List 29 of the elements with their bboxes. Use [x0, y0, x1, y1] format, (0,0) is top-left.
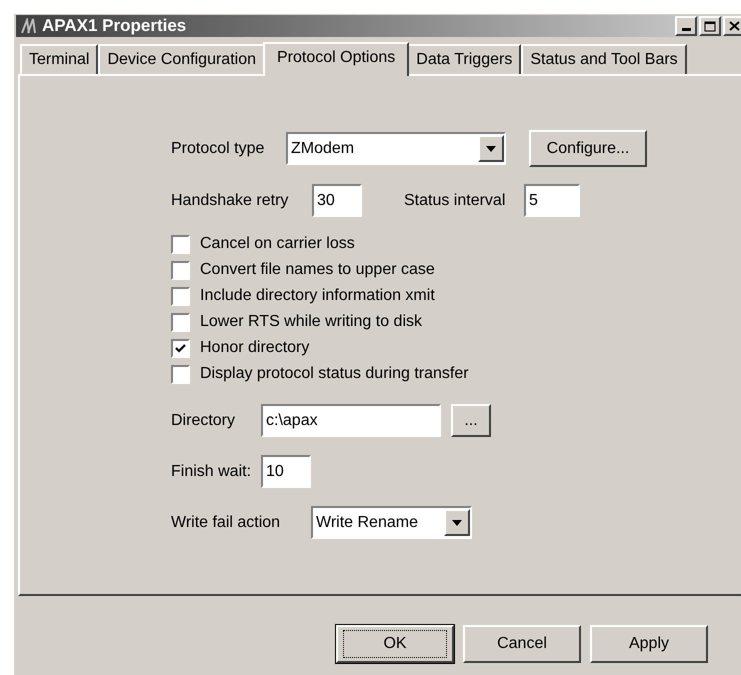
tab[interactable]: Protocol Options	[263, 42, 410, 76]
field-label: Finish wait:	[171, 462, 252, 482]
configure-button[interactable]: Configure...	[529, 130, 647, 167]
field-label: Directory	[171, 410, 236, 430]
finish-wait-field[interactable]: 10	[261, 455, 311, 488]
write-fail-action-dropdown[interactable]: Write Rename	[311, 506, 472, 539]
status-interval-field[interactable]: 5	[524, 184, 580, 217]
dialog-button[interactable]: Apply	[590, 625, 708, 663]
dialog-button[interactable]: OK	[336, 625, 454, 663]
field-label: Honor directory	[200, 338, 310, 358]
window-title: APAX1 Properties	[42, 15, 186, 38]
field-label: Include directory information xmit	[200, 286, 435, 306]
field-label: Status interval	[404, 190, 506, 210]
browse-button[interactable]: ...	[451, 404, 491, 437]
field-label: Convert file names to upper case	[200, 260, 435, 280]
field-label: Handshake retry	[171, 190, 290, 210]
field-label: Display protocol status during transfer	[200, 364, 469, 384]
tab[interactable]: Data Triggers	[407, 44, 522, 74]
handshake-retry-field[interactable]: 30	[312, 184, 362, 217]
field-label: Protocol type	[171, 138, 266, 158]
tab[interactable]: Terminal	[20, 44, 98, 74]
protocol-type-dropdown[interactable]: ZModem	[286, 132, 506, 165]
field-label: Cancel on carrier loss	[200, 234, 355, 254]
tab[interactable]: Status and Tool Bars	[521, 44, 687, 74]
directory-field[interactable]: c:\apax	[261, 404, 441, 437]
field-label: Write fail action	[171, 512, 282, 532]
dialog-button[interactable]: Cancel	[463, 625, 581, 663]
tab[interactable]: Device Configuration	[98, 44, 265, 74]
field-label: Lower RTS while writing to disk	[200, 312, 422, 332]
